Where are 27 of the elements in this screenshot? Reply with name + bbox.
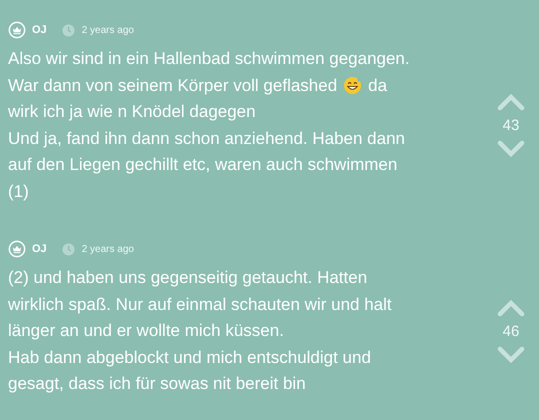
comment-text: auf den Liegen gechillt etc, waren auch schwimmen — [8, 154, 398, 176]
comment-text: da — [368, 74, 388, 96]
comment-text: länger an und er wollte mich küssen. — [8, 320, 284, 342]
downvote-icon[interactable] — [497, 346, 525, 364]
comment-text: wirklich spaß. Nur auf einmal schauten wir und halt — [8, 294, 392, 316]
timestamp: 2 years ago — [82, 244, 134, 254]
comment-text: Und ja, fand ihn dann schon anziehend. Haben dann — [8, 128, 405, 150]
comment-text: (1) — [8, 180, 29, 202]
timestamp: 2 years ago — [82, 24, 134, 36]
vote-count: 46 — [502, 322, 520, 340]
comment-text: War dann von seinem Körper voll geflashed — [8, 74, 338, 96]
author-name[interactable]: OJ — [32, 243, 47, 255]
author-name[interactable]: OJ — [32, 24, 47, 36]
vote-count: 43 — [502, 117, 520, 134]
comment-text: (2) und haben uns gegenseitig getaucht. Hatten — [8, 267, 368, 289]
crown-icon — [8, 21, 26, 39]
comment-text: gesagt, dass ich für sowas nit bereit bin — [8, 373, 306, 395]
crown-icon — [8, 240, 26, 258]
upvote-icon[interactable] — [497, 93, 525, 111]
clock-icon — [60, 242, 76, 256]
comment-text: Hab dann abgeblockt und mich entschuldigt und — [8, 346, 371, 368]
downvote-icon[interactable] — [497, 140, 525, 158]
sweat-smile-emoji-icon — [343, 76, 362, 96]
upvote-icon[interactable] — [497, 298, 525, 317]
comment-text: wirk ich ja wie n Knödel dagegen — [8, 101, 256, 123]
comment-text: Also wir sind in ein Hallenbad schwimmen gegangen. — [8, 48, 410, 70]
clock-icon — [60, 22, 76, 38]
